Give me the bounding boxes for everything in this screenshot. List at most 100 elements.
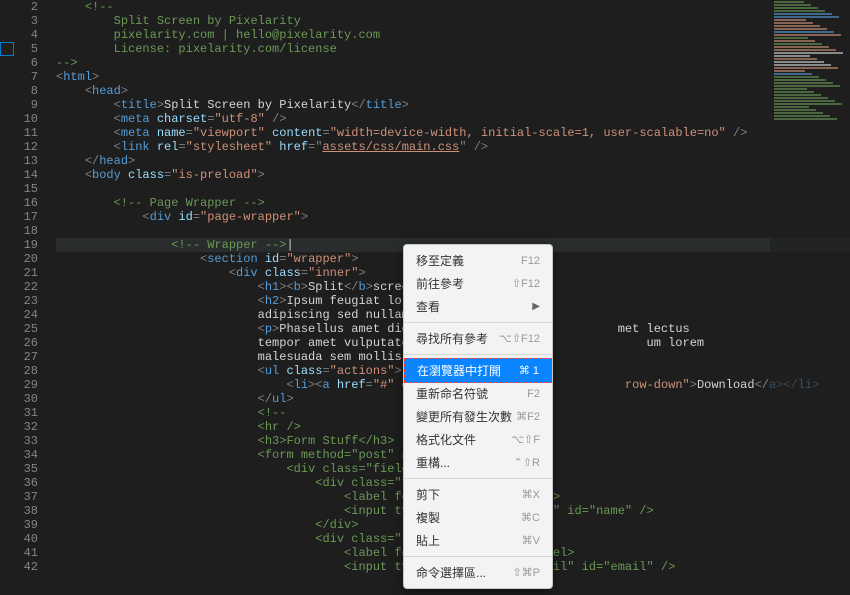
line-number: 30 (0, 392, 38, 406)
line-number: 34 (0, 448, 38, 462)
menu-item-label: 變更所有發生次數 (416, 408, 512, 425)
menu-item-label: 查看 (416, 298, 440, 315)
line-number: 13 (0, 154, 38, 168)
line-number: 10 (0, 112, 38, 126)
menu-item[interactable]: 重構...⌃⇧R (404, 451, 552, 474)
code-line[interactable]: License: pixelarity.com/license (56, 42, 850, 56)
line-number: 12 (0, 140, 38, 154)
line-number: 39 (0, 518, 38, 532)
line-number: 2 (0, 0, 38, 14)
menu-item[interactable]: 在瀏覽器中打開 ⌘ 1 (404, 358, 552, 383)
code-line[interactable]: <html> (56, 70, 850, 84)
code-line[interactable]: <body class="is-preload"> (56, 168, 850, 182)
menu-shortcut: ⇧F12 (512, 277, 540, 290)
minimap[interactable] (770, 0, 850, 595)
line-number: 4 (0, 28, 38, 42)
line-number: 19 (0, 238, 38, 252)
menu-item-label: 命令選擇區... (416, 564, 486, 581)
menu-item[interactable]: 貼上 ⌘V (404, 529, 552, 552)
line-number: 27 (0, 350, 38, 364)
line-number: 29 (0, 378, 38, 392)
code-line[interactable]: <head> (56, 84, 850, 98)
context-menu: 移至定義 F12 前往參考 ⇧F12 查看▶ 尋找所有參考 ⌥⇧F12 在瀏覽器中打開 ⌘ 1 重… (403, 244, 553, 589)
line-number: 6 (0, 56, 38, 70)
menu-item-label: 重構... (416, 454, 450, 471)
menu-shortcut: F2 (527, 388, 540, 400)
menu-item[interactable]: 複製 ⌘C (404, 506, 552, 529)
line-number: 16 (0, 196, 38, 210)
menu-shortcut: ⌥⇧F12 (499, 332, 540, 345)
code-line[interactable]: <link rel="stylesheet" href="assets/css/… (56, 140, 850, 154)
menu-item[interactable]: 前往參考 ⇧F12 (404, 272, 552, 295)
menu-item[interactable]: 變更所有發生次數 ⌘F2 (404, 405, 552, 428)
line-number: 41 (0, 546, 38, 560)
line-number: 28 (0, 364, 38, 378)
line-number: 42 (0, 560, 38, 574)
menu-item[interactable]: 格式化文件 ⌥⇧F (404, 428, 552, 451)
menu-shortcut: ⌘ 1 (519, 364, 539, 377)
menu-item-label: 移至定義 (416, 252, 464, 269)
menu-shortcut: ⌘F2 (516, 410, 540, 423)
line-number: 23 (0, 294, 38, 308)
line-number: 20 (0, 252, 38, 266)
code-line[interactable]: </head> (56, 154, 850, 168)
line-number: 9 (0, 98, 38, 112)
line-number: 8 (0, 84, 38, 98)
code-line[interactable]: <title>Split Screen by Pixelarity</title… (56, 98, 850, 112)
line-number: 22 (0, 280, 38, 294)
code-line[interactable]: <meta charset="utf-8" /> (56, 112, 850, 126)
menu-item[interactable]: 重新命名符號 F2 (404, 382, 552, 405)
line-number: 15 (0, 182, 38, 196)
menu-shortcut: ⇧⌘P (512, 566, 540, 579)
code-line[interactable]: --> (56, 56, 850, 70)
line-number: 14 (0, 168, 38, 182)
menu-item[interactable]: 移至定義 F12 (404, 249, 552, 272)
code-line[interactable]: Split Screen by Pixelarity (56, 14, 850, 28)
line-number: 37 (0, 490, 38, 504)
menu-item-label: 複製 (416, 509, 440, 526)
code-line[interactable] (56, 224, 850, 238)
menu-item-label: 格式化文件 (416, 431, 476, 448)
code-line[interactable]: <div id="page-wrapper"> (56, 210, 850, 224)
menu-shortcut: ⌘V (522, 534, 540, 547)
line-number: 24 (0, 308, 38, 322)
code-line[interactable]: <!-- (56, 0, 850, 14)
menu-item-label: 剪下 (416, 486, 440, 503)
line-number: 18 (0, 224, 38, 238)
line-number: 33 (0, 434, 38, 448)
code-line[interactable]: pixelarity.com | hello@pixelarity.com (56, 28, 850, 42)
menu-item[interactable]: 命令選擇區... ⇧⌘P (404, 561, 552, 584)
menu-shortcut: ⌘X (522, 488, 540, 501)
menu-separator (404, 478, 552, 479)
line-number: 11 (0, 126, 38, 140)
line-number: 21 (0, 266, 38, 280)
menu-separator (404, 322, 552, 323)
line-number: 36 (0, 476, 38, 490)
line-number: 17 (0, 210, 38, 224)
line-number: 3 (0, 14, 38, 28)
line-number-gutter: 2345678910111213141516171819202122232425… (0, 0, 56, 595)
menu-item[interactable]: 查看▶ (404, 295, 552, 318)
menu-shortcut: F12 (521, 255, 540, 267)
menu-shortcut: ⌥⇧F (511, 433, 540, 446)
code-line[interactable]: <!-- Page Wrapper --> (56, 196, 850, 210)
menu-separator (404, 556, 552, 557)
line-number: 38 (0, 504, 38, 518)
menu-item-label: 重新命名符號 (416, 385, 488, 402)
code-line[interactable] (56, 182, 850, 196)
menu-item[interactable]: 剪下 ⌘X (404, 483, 552, 506)
menu-item-label: 前往參考 (416, 275, 464, 292)
menu-separator (404, 354, 552, 355)
code-line[interactable]: <meta name="viewport" content="width=dev… (56, 126, 850, 140)
line-number: 25 (0, 322, 38, 336)
menu-item-label: 貼上 (416, 532, 440, 549)
line-number: 35 (0, 462, 38, 476)
menu-item[interactable]: 尋找所有參考 ⌥⇧F12 (404, 327, 552, 350)
line-number: 31 (0, 406, 38, 420)
breakpoint-marker[interactable] (0, 42, 14, 56)
line-number: 32 (0, 420, 38, 434)
menu-item-label: 尋找所有參考 (416, 330, 488, 347)
line-number: 40 (0, 532, 38, 546)
menu-item-label: 在瀏覽器中打開 (417, 362, 501, 379)
menu-shortcut: ⌘C (521, 511, 540, 524)
